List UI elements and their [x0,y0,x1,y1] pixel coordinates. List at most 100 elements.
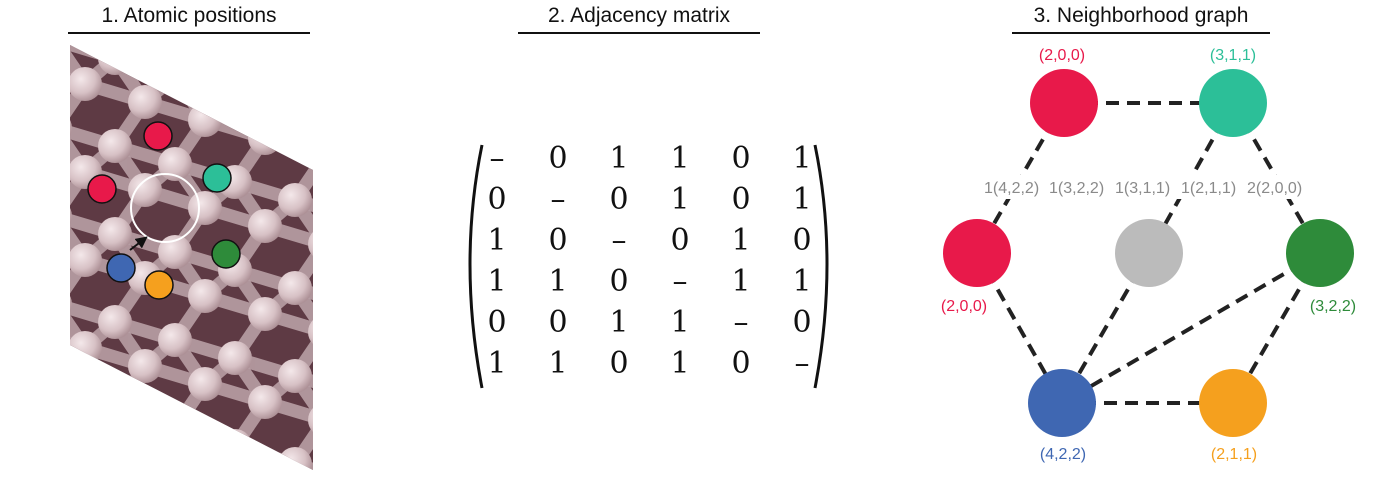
edge-label-4: 1(2,1,1) [1181,180,1236,197]
atom [98,393,132,427]
matrix-cell-5-4: 0 [731,346,750,381]
atom [338,201,372,235]
bond [355,350,385,394]
atom [338,289,372,323]
atom [308,315,313,349]
bond [108,45,152,65]
site-marker-blue [106,253,136,283]
atom [278,271,312,305]
bond [228,45,272,101]
site-marker-red-left [87,174,117,204]
bond [70,45,92,47]
atom [278,95,312,129]
bond [0,110,55,128]
atom [218,77,252,111]
atom [398,483,432,500]
matrix-cell-4-5: 0 [792,305,811,340]
matrix-cell-0-2: 1 [609,141,628,176]
edge-label-3: 1(3,1,1) [1115,180,1170,197]
bond [415,236,445,280]
atom [128,349,162,383]
edge-label-row: 1(4,2,2) 1(3,2,2) 1(3,1,1) 1(2,1,1) 2(2,… [984,180,1302,197]
bond [385,412,415,438]
atom [98,45,132,75]
matrix-cell-3-3: – [673,264,688,299]
bond [85,0,145,14]
matrix-cell-5-1: 1 [548,346,567,381]
edge-midright-bottomleft [1060,251,1322,405]
atom [248,45,282,67]
atom [368,333,402,367]
edge-label-1: 1(4,2,2) [984,180,1039,197]
bond [355,394,385,438]
bond [168,421,242,453]
bond [385,236,415,262]
bond [25,216,55,242]
bond [325,130,355,156]
atom [248,209,282,243]
atom [338,377,372,411]
bond [288,105,313,163]
bond [0,110,25,154]
atom [398,219,432,253]
bond [325,68,385,86]
atom [368,245,402,279]
bond [198,45,272,57]
bond [415,148,445,192]
bond [355,262,385,306]
bond [168,45,212,83]
atomic-surface [0,0,462,500]
bond [385,438,445,456]
atom [0,357,12,391]
atom [428,263,462,297]
matrix-right-paren [813,144,829,389]
bond [355,218,415,236]
bond [355,174,385,218]
matrix-cell-3-0: 1 [487,264,506,299]
bond [415,412,445,456]
bond [0,154,25,198]
bond [25,304,55,330]
matrix-cell-3-1: 1 [548,264,567,299]
atom [188,103,222,137]
bond [288,457,313,470]
matrix-cell-4-0: 0 [487,305,506,340]
atom [98,129,132,163]
bond [70,341,92,399]
atom [188,279,222,313]
bond [415,104,445,148]
atom [248,121,282,155]
bond [145,14,205,32]
bond [355,130,385,174]
atom [218,341,252,375]
matrix-cell-2-4: 1 [731,223,750,258]
matrix-cell-0-1: 0 [548,141,567,176]
matrix-cell-4-4: – [734,305,749,340]
atom [428,439,462,473]
bond [0,374,55,392]
node-label-bottom-left: (4,2,2) [1040,446,1086,463]
bond [288,61,313,119]
atom [248,297,282,331]
bond [355,130,415,148]
graph-node-mid-right [1286,219,1354,287]
edge-label-2: 1(3,2,2) [1049,180,1104,197]
atom [428,175,462,209]
bond [0,198,25,242]
matrix-cell-1-0: 0 [487,182,506,217]
atom [0,181,12,215]
graph-node-center [1115,219,1183,287]
atom [368,157,402,191]
bond [25,128,55,154]
atom [368,69,402,103]
graph-node-mid-left [943,219,1011,287]
atom [128,0,162,31]
atom [218,429,252,463]
bond [385,324,415,350]
graph-node-bottom-left [1028,369,1096,437]
bond [70,385,122,417]
matrix-cell-4-3: 1 [670,305,689,340]
bond [0,198,55,216]
bond [415,324,445,368]
node-label-mid-right: (3,2,2) [1310,298,1356,315]
